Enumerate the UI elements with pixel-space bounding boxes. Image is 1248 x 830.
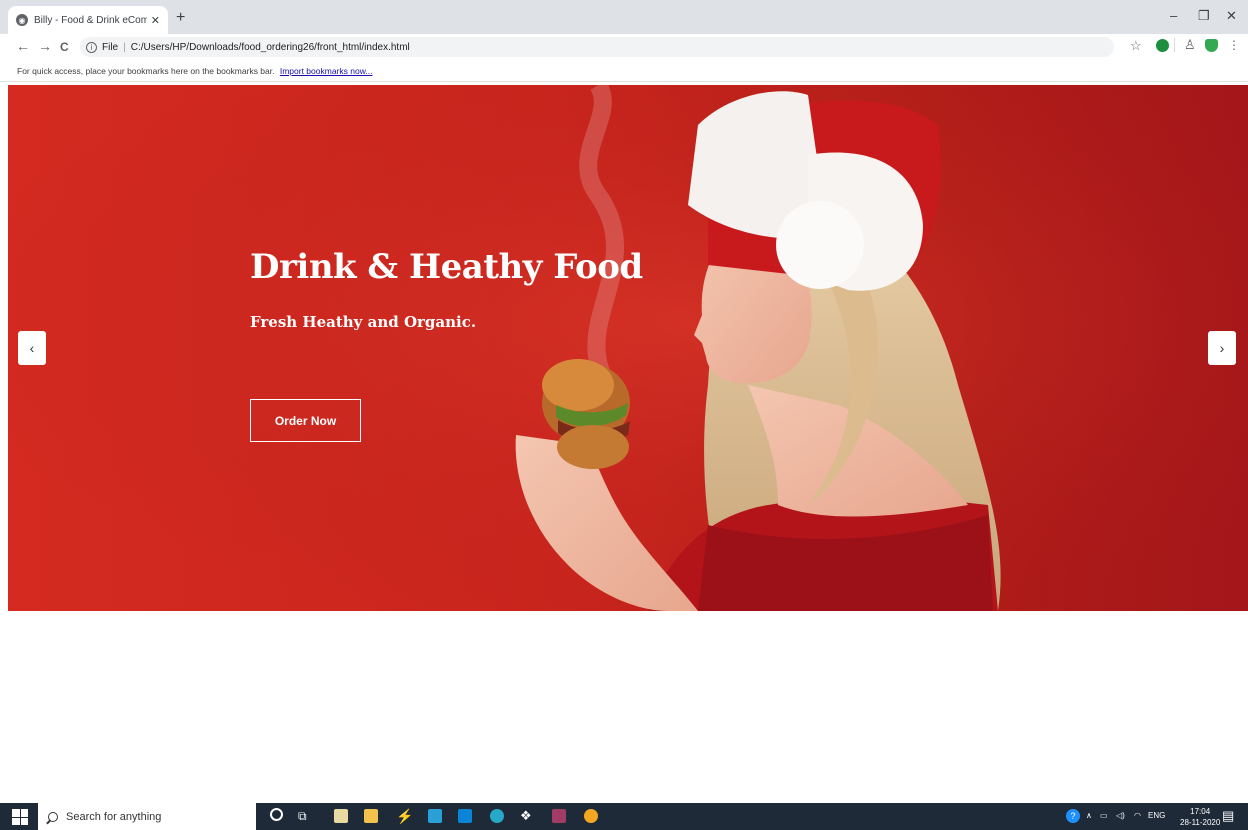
skype-icon[interactable] bbox=[458, 809, 472, 823]
hero-title: Drink & Heathy Food bbox=[250, 247, 643, 287]
toolbar-divider bbox=[1174, 38, 1175, 52]
windows-taskbar: Search for anything ⧉ ⚡ ❖ ? ∧ ▭ ◁) ◠ ENG… bbox=[0, 803, 1248, 830]
tab-close-icon[interactable]: ✕ bbox=[151, 14, 160, 27]
close-window-button[interactable]: ✕ bbox=[1226, 8, 1237, 24]
help-icon[interactable]: ? bbox=[1066, 809, 1080, 823]
minimize-button[interactable]: – bbox=[1170, 8, 1177, 23]
address-separator: | bbox=[123, 41, 126, 53]
browser-tab[interactable]: ◉ Billy - Food & Drink eCommerce ✕ bbox=[8, 6, 168, 34]
taskbar-search-box[interactable]: Search for anything bbox=[38, 803, 256, 830]
browser-toolbar: ← → C i File | C:/Users/HP/Downloads/foo… bbox=[0, 34, 1248, 60]
new-tab-button[interactable]: + bbox=[176, 9, 185, 27]
taskbar-app-icon[interactable] bbox=[334, 809, 348, 823]
clock-time: 17:04 bbox=[1190, 807, 1211, 816]
menu-icon[interactable]: ⋮ bbox=[1228, 38, 1240, 52]
lightning-app-icon[interactable]: ⚡ bbox=[396, 808, 413, 825]
chevron-right-icon: › bbox=[1219, 340, 1225, 356]
order-now-button[interactable]: Order Now bbox=[250, 399, 361, 442]
task-view-icon[interactable]: ⧉ bbox=[298, 809, 307, 824]
chrome-icon[interactable] bbox=[584, 809, 598, 823]
reload-button[interactable]: C bbox=[60, 40, 69, 54]
scheme-label: File bbox=[102, 41, 119, 53]
chevron-left-icon: ‹ bbox=[29, 340, 35, 356]
slider-prev-button[interactable]: ‹ bbox=[18, 331, 46, 365]
volume-icon[interactable]: ◁) bbox=[1116, 811, 1125, 820]
restore-button[interactable]: ❐ bbox=[1198, 8, 1210, 24]
dropbox-icon[interactable]: ❖ bbox=[520, 808, 532, 824]
back-button[interactable]: ← bbox=[16, 38, 30, 54]
bookmark-star-icon[interactable]: ☆ bbox=[1130, 38, 1142, 54]
import-bookmarks-link[interactable]: Import bookmarks now... bbox=[280, 66, 373, 76]
profile-icon[interactable]: ♙ bbox=[1184, 37, 1196, 53]
hero-slider: Drink & Heathy Food Fresh Heathy and Org… bbox=[8, 85, 1248, 611]
clock-date: 28-11-2020 bbox=[1180, 818, 1221, 827]
forward-button[interactable]: → bbox=[38, 38, 52, 54]
slider-next-button[interactable]: › bbox=[1208, 331, 1236, 365]
tab-title: Billy - Food & Drink eCommerce bbox=[34, 14, 147, 26]
cortana-icon[interactable] bbox=[270, 808, 283, 821]
bookmarks-bar: For quick access, place your bookmarks h… bbox=[0, 60, 1248, 82]
globe-icon: ◉ bbox=[16, 14, 28, 26]
wifi-icon[interactable]: ◠ bbox=[1134, 811, 1141, 820]
tab-strip: ◉ Billy - Food & Drink eCommerce ✕ + – ❐… bbox=[0, 0, 1248, 34]
address-url[interactable]: C:/Users/HP/Downloads/food_ordering26/fr… bbox=[131, 42, 410, 53]
info-icon[interactable]: i bbox=[86, 41, 97, 53]
search-icon bbox=[48, 811, 58, 822]
taskbar-clock[interactable]: 17:04 28-11-2020 bbox=[1180, 806, 1220, 828]
store-icon[interactable] bbox=[428, 809, 442, 823]
notification-icon[interactable]: ▤ bbox=[1222, 808, 1234, 824]
edge-icon[interactable] bbox=[490, 809, 504, 823]
battery-icon[interactable]: ▭ bbox=[1100, 811, 1108, 820]
windows-start-icon[interactable] bbox=[12, 809, 28, 825]
shield-extension-icon[interactable] bbox=[1205, 39, 1218, 52]
bookmarks-hint: For quick access, place your bookmarks h… bbox=[17, 66, 275, 76]
tray-chevron-icon[interactable]: ∧ bbox=[1086, 811, 1092, 820]
app-icon[interactable] bbox=[552, 809, 566, 823]
taskbar-search-placeholder: Search for anything bbox=[66, 810, 162, 823]
tray-language[interactable]: ENG bbox=[1148, 811, 1165, 820]
extension-icon[interactable] bbox=[1156, 39, 1169, 52]
address-bar[interactable]: i File | C:/Users/HP/Downloads/food_orde… bbox=[80, 37, 1114, 57]
hero-subtitle: Fresh Heathy and Organic. bbox=[250, 313, 477, 331]
file-explorer-icon[interactable] bbox=[364, 809, 378, 823]
hero-photo bbox=[8, 85, 1248, 611]
